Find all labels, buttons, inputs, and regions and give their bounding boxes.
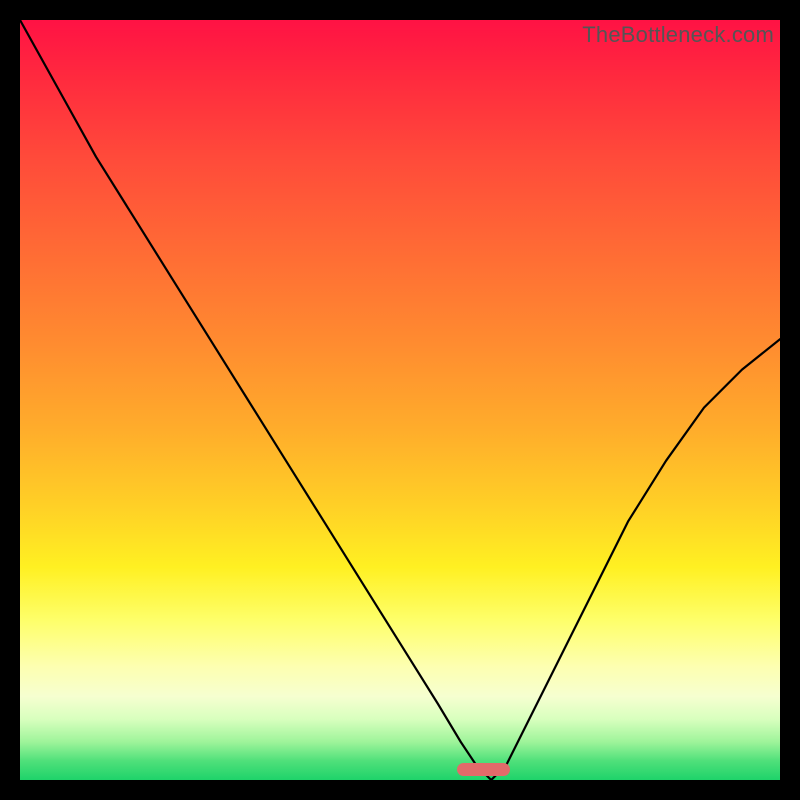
- watermark-text: TheBottleneck.com: [582, 22, 774, 48]
- optimal-marker: [457, 763, 510, 777]
- chart-frame: TheBottleneck.com: [0, 0, 800, 800]
- bottleneck-curve: [20, 20, 780, 780]
- plot-area: TheBottleneck.com: [20, 20, 780, 780]
